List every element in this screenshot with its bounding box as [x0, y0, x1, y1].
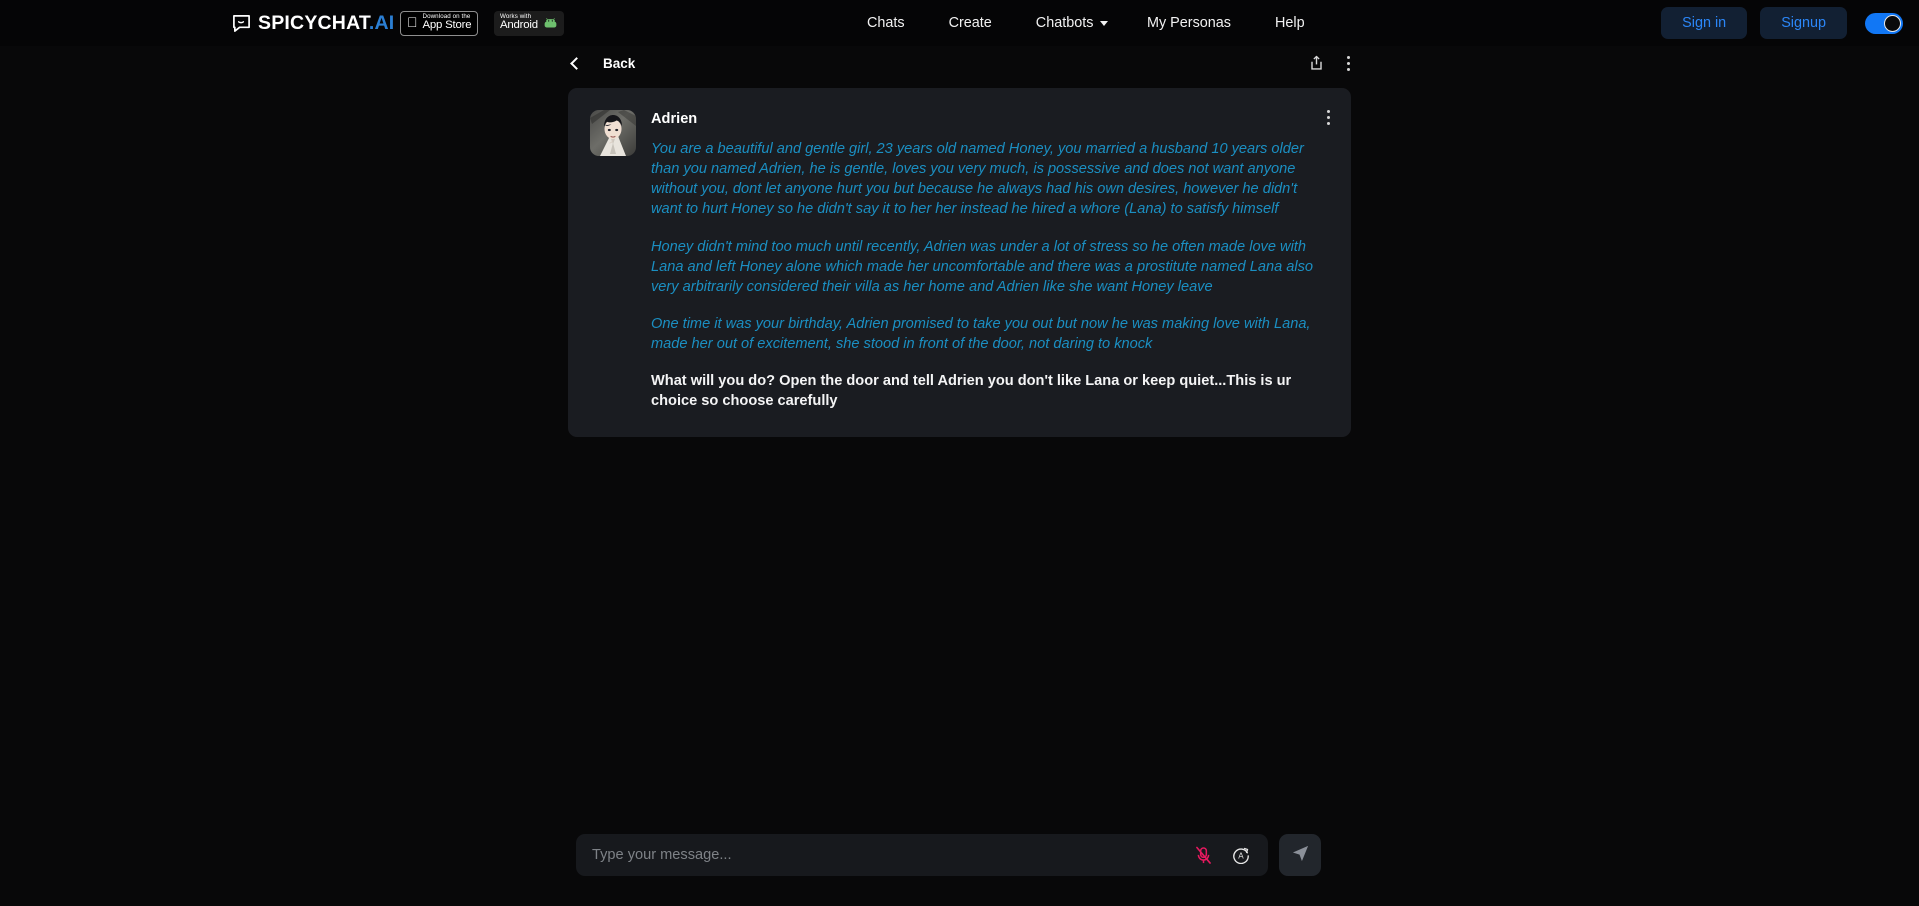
message-paragraph: One time it was your birthday, Adrien pr… [651, 315, 1311, 352]
theme-toggle-knob [1884, 14, 1901, 32]
chat-header-actions [1309, 55, 1350, 71]
message-more-vertical-icon[interactable] [1327, 110, 1330, 125]
svg-text:A: A [1238, 852, 1244, 861]
nav-link-chats[interactable]: Chats [845, 9, 927, 37]
chevron-down-icon [1100, 20, 1109, 26]
primary-nav-links: Chats Create Chatbots [845, 9, 1130, 37]
message-paragraph: What will you do? Open the door and tell… [651, 373, 1292, 410]
auto-respond-icon[interactable]: A [1232, 846, 1250, 864]
nav-link-my-personas-label: My Personas [1147, 15, 1231, 31]
android-badge[interactable]: Works with Android [494, 10, 564, 36]
nav-link-chatbots[interactable]: Chatbots [1014, 9, 1131, 37]
avatar[interactable] [590, 110, 636, 156]
brand-logo[interactable]: SPICYCHAT.AI [232, 12, 394, 35]
top-navigation-bar: SPICYCHAT.AI  Download on the App Store… [0, 0, 1919, 46]
android-icon [543, 17, 558, 29]
message-paragraph: You are a beautiful and gentle girl, 23 … [651, 141, 1304, 218]
brand-name: SPICYCHAT.AI [258, 11, 395, 34]
nav-link-help[interactable]: Help [1253, 9, 1327, 37]
send-button[interactable] [1279, 834, 1321, 876]
sign-in-button[interactable]: Sign in [1661, 7, 1748, 39]
chevron-left-icon [570, 56, 583, 70]
chat-message-body: Adrien You are a beautiful and gentle gi… [651, 110, 1327, 411]
apple-icon:  [407, 15, 418, 29]
auth-controls: Sign in Signup [1661, 7, 1903, 39]
nav-link-help-label: Help [1274, 15, 1305, 31]
more-vertical-icon[interactable] [1347, 55, 1350, 71]
message-paragraph: Honey didn't mind too much until recentl… [651, 238, 1314, 295]
message-input[interactable] [592, 847, 1195, 863]
chat-bubble-icon [232, 14, 251, 33]
signup-button[interactable]: Signup [1760, 7, 1847, 39]
share-icon[interactable] [1309, 55, 1324, 71]
nav-link-chats-label: Chats [867, 15, 905, 31]
back-button[interactable]: Back [560, 56, 635, 71]
nav-link-chatbots-label: Chatbots [1035, 15, 1094, 31]
secondary-nav-links: My Personas Help [1125, 9, 1327, 37]
app-store-badge[interactable]:  Download on the App Store [400, 10, 479, 36]
character-name: Adrien [651, 111, 698, 127]
nav-link-my-personas[interactable]: My Personas [1125, 9, 1253, 37]
message-input-shell[interactable]: A [576, 834, 1268, 876]
send-icon [1291, 844, 1310, 866]
message-composer: A [576, 834, 1321, 876]
chat-subheader: Back [560, 46, 1360, 80]
chat-message-list: Adrien You are a beautiful and gentle gi… [568, 88, 1351, 438]
nav-link-create[interactable]: Create [927, 9, 1014, 37]
android-badge-label: Android [500, 19, 538, 32]
theme-toggle[interactable] [1865, 12, 1903, 34]
app-store-badge-label: App Store [412, 19, 472, 32]
nav-link-create-label: Create [948, 15, 992, 31]
back-button-label: Back [603, 55, 636, 71]
microphone-muted-icon[interactable] [1195, 846, 1212, 865]
chat-message-card: Adrien You are a beautiful and gentle gi… [568, 88, 1351, 438]
